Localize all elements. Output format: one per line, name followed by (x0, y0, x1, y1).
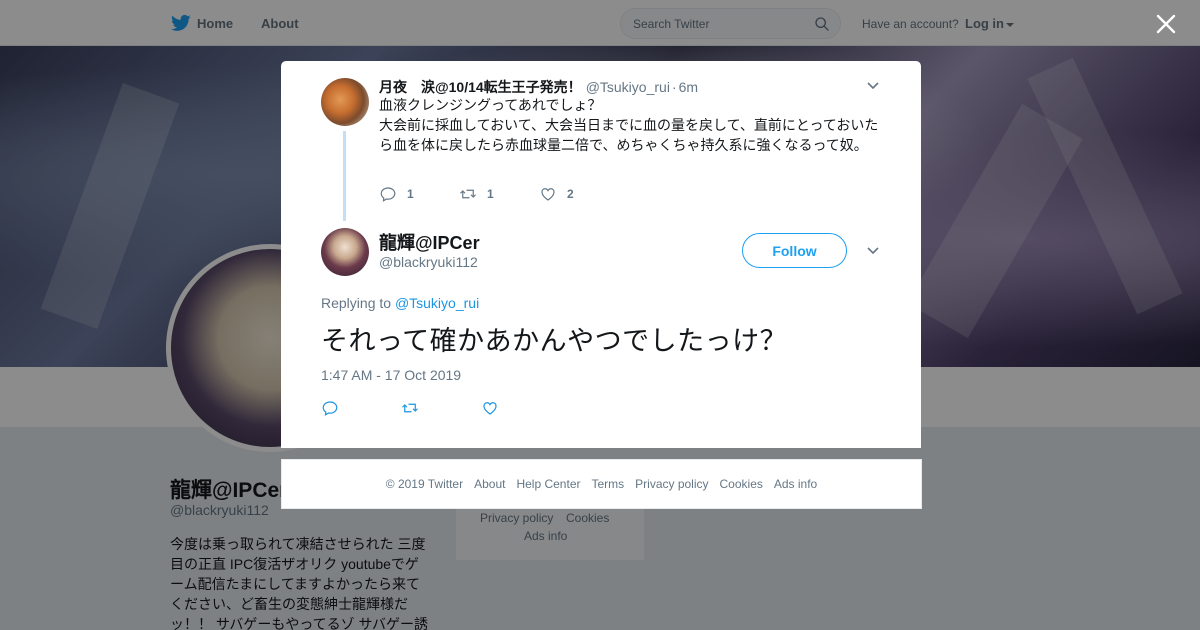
parent-tweet-text-line: 血液クレンジングってあれでしょ？ (379, 97, 602, 113)
reply-button[interactable] (321, 399, 401, 417)
footer-link-privacy[interactable]: Privacy policy (635, 477, 708, 491)
retweet-icon (402, 403, 418, 413)
retweet-button[interactable] (401, 399, 481, 417)
chevron-down-icon[interactable] (866, 79, 880, 93)
replying-to-label: Replying to (321, 295, 392, 311)
parent-tweet-header: 月夜 涙@10/14転生王子発売！ @Tsukiyo_rui · 6m (379, 77, 698, 97)
follow-button[interactable]: Follow (742, 233, 847, 268)
parent-tweet-actions: 1 1 2 (379, 185, 619, 203)
close-icon[interactable] (1155, 13, 1177, 35)
like-count: 2 (567, 187, 574, 201)
retweet-button[interactable]: 1 (459, 185, 539, 203)
footer-link-cookies[interactable]: Cookies (720, 477, 763, 491)
footer-link-terms[interactable]: Terms (591, 477, 624, 491)
parent-tweet-author-name[interactable]: 月夜 涙@10/14転生王子発売！ (379, 79, 582, 95)
main-tweet-avatar[interactable] (321, 228, 369, 276)
footer-links: © 2019 Twitter About Help Center Terms P… (282, 460, 921, 491)
like-button[interactable] (481, 399, 561, 417)
tweet-modal: 月夜 涙@10/14転生王子発売！ @Tsukiyo_rui · 6m 血液クレンジン… (281, 61, 921, 448)
thread-connector-line (343, 131, 346, 221)
like-button[interactable]: 2 (539, 185, 619, 203)
footer-copyright: © 2019 Twitter (385, 477, 464, 491)
main-tweet-author-name[interactable]: 龍輝@IPCer (379, 229, 480, 255)
reply-icon (380, 187, 396, 202)
parent-tweet-text-line: 大会前に採血しておいて、大会当日までに血の量を戻して、直前にとっておいたら血を体… (379, 117, 879, 153)
replying-to-handle-link[interactable]: @Tsukiyo_rui (395, 295, 479, 311)
chevron-down-icon[interactable] (866, 244, 880, 258)
footer-link-ads-info[interactable]: Ads info (774, 477, 817, 491)
replying-to: Replying to @Tsukiyo_rui (321, 295, 479, 311)
parent-tweet-avatar[interactable] (321, 78, 369, 126)
footer-link-about[interactable]: About (474, 477, 505, 491)
like-icon (541, 188, 555, 201)
reply-count: 1 (407, 187, 414, 201)
main-tweet-text: それって確かあかんやつでしたっけ？ (321, 326, 788, 356)
retweet-count: 1 (487, 187, 494, 201)
modal-footer: © 2019 Twitter About Help Center Terms P… (281, 459, 922, 509)
parent-tweet-time[interactable]: 6m (679, 79, 698, 95)
parent-tweet-text: 血液クレンジングってあれでしょ？ 大会前に採血しておいて、大会当日までに血の量を… (379, 95, 879, 155)
separator-dot: · (671, 79, 677, 95)
like-icon (483, 402, 497, 415)
parent-tweet-author-handle[interactable]: @Tsukiyo_rui (586, 79, 670, 95)
footer-link-help-center[interactable]: Help Center (516, 477, 580, 491)
reply-button[interactable]: 1 (379, 185, 459, 203)
main-tweet-author-handle[interactable]: @blackryuki112 (379, 254, 478, 270)
reply-icon (322, 401, 338, 416)
main-tweet-timestamp[interactable]: 1:47 AM - 17 Oct 2019 (321, 367, 461, 383)
main-tweet-actions (321, 399, 561, 417)
retweet-icon (460, 189, 476, 199)
